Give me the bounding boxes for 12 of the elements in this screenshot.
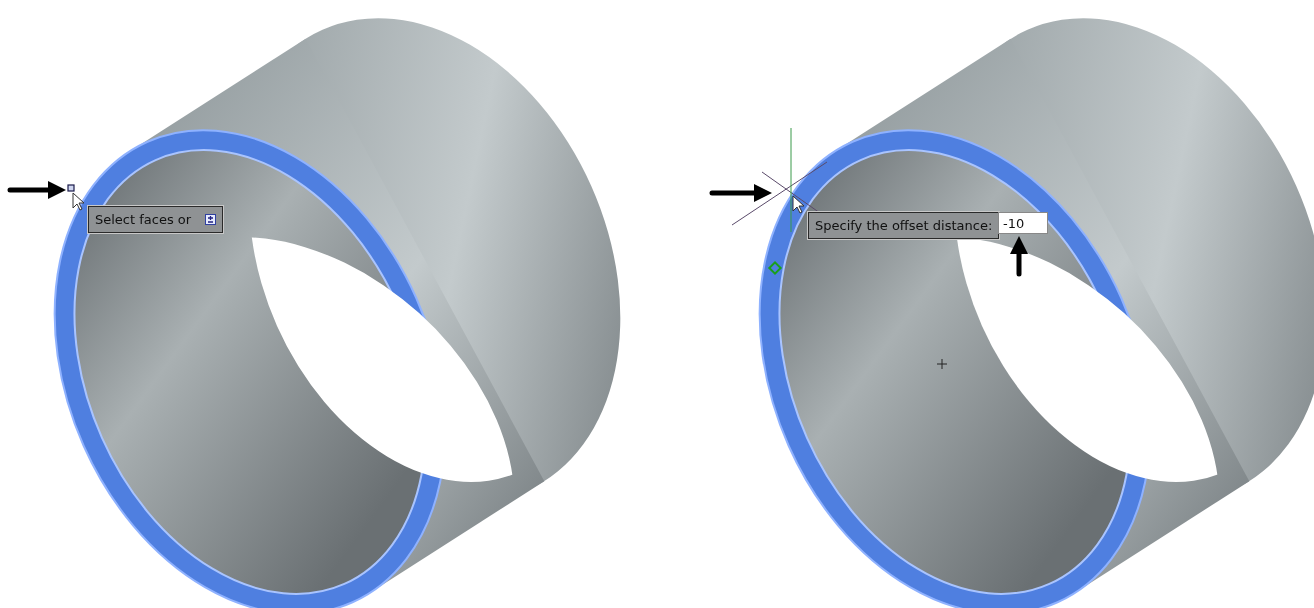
pointer-arrow: [7, 181, 66, 199]
prompt-text: Select faces or: [95, 212, 192, 227]
dropdown-icon[interactable]: [205, 214, 217, 225]
cursor-icon: [72, 192, 85, 211]
pointer-arrow: [709, 184, 772, 202]
pickbox-icon: [67, 184, 75, 192]
prompt-text: Specify the offset distance:: [815, 218, 993, 233]
diamond-icon: [767, 260, 783, 276]
pointer-arrow: [1010, 236, 1028, 277]
offset-input[interactable]: -10: [998, 212, 1048, 234]
plus-icon: [936, 358, 948, 370]
cursor-icon: [792, 195, 805, 214]
